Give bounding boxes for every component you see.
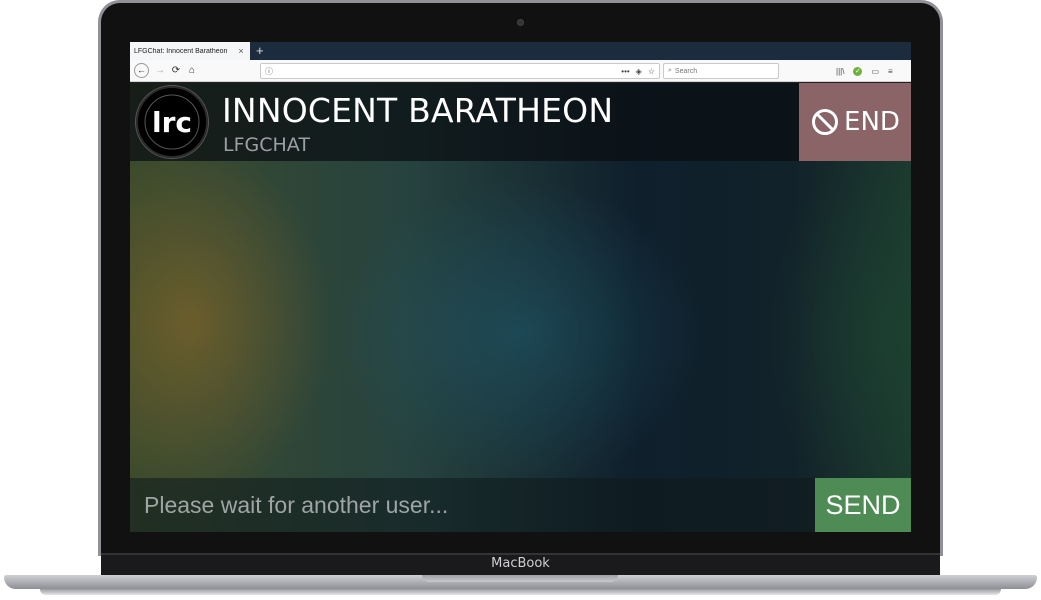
laptop-foot (40, 589, 1001, 595)
message-input[interactable] (130, 478, 814, 532)
search-icon: ⌕ (668, 67, 672, 74)
send-button[interactable]: SEND (815, 478, 911, 532)
more-icon[interactable]: ••• (621, 67, 629, 76)
url-actions: ••• ◈ ☆ (621, 67, 655, 76)
screen: LFGChat: Innocent Baratheon × + ← → ⟳ ⌂ … (130, 42, 911, 532)
menu-icon[interactable]: ≡ (888, 67, 893, 76)
message-composer: SEND (130, 478, 911, 532)
tab-lfgchat[interactable]: LFGChat: Innocent Baratheon × (130, 42, 250, 60)
chat-app: lrc INNOCENT BARATHEON LFGCHAT END SEND (130, 83, 911, 532)
forward-button[interactable]: → (152, 65, 168, 76)
url-bar[interactable]: ⓘ ••• ◈ ☆ (260, 63, 660, 79)
camera-icon (517, 19, 524, 26)
tab-bar: LFGChat: Innocent Baratheon × + (130, 42, 911, 60)
bookmark-star-icon[interactable]: ☆ (648, 67, 655, 76)
end-button-label: END (844, 107, 900, 137)
library-icon[interactable]: |||\ (836, 67, 844, 76)
pocket-icon[interactable]: ◈ (636, 67, 642, 76)
home-button[interactable]: ⌂ (184, 65, 200, 76)
device-brand: MacBook (491, 556, 550, 571)
new-tab-button[interactable]: + (256, 43, 264, 59)
nav-bar: ← → ⟳ ⌂ ⓘ ••• ◈ ☆ ⌕ Search |||\ ✓ ▭ ≡ (130, 60, 911, 82)
back-button[interactable]: ← (134, 63, 149, 78)
block-icon (812, 109, 839, 135)
end-chat-button[interactable]: END (799, 83, 911, 161)
partner-name: INNOCENT BARATHEON (222, 91, 614, 130)
info-icon[interactable]: ⓘ (265, 66, 275, 77)
app-name: LFGCHAT (223, 134, 310, 156)
lrc-logo-icon: lrc (136, 86, 208, 158)
sync-ok-icon[interactable]: ✓ (853, 66, 863, 76)
search-placeholder: Search (674, 67, 698, 75)
close-icon[interactable]: × (236, 46, 246, 56)
laptop-mockup: LFGChat: Innocent Baratheon × + ← → ⟳ ⌂ … (0, 0, 1041, 600)
laptop-notch (422, 575, 618, 582)
lrc-logo-graphic: lrc (144, 94, 200, 150)
toolbar-right: |||\ ✓ ▭ ≡ (836, 63, 893, 79)
logo-text: lrc (152, 106, 192, 139)
tab-title: LFGChat: Innocent Baratheon (134, 47, 228, 55)
search-input[interactable]: ⌕ Search (663, 63, 779, 79)
reload-button[interactable]: ⟳ (168, 65, 184, 76)
sidebar-icon[interactable]: ▭ (871, 67, 879, 76)
chat-header: lrc INNOCENT BARATHEON LFGCHAT END (130, 83, 911, 161)
